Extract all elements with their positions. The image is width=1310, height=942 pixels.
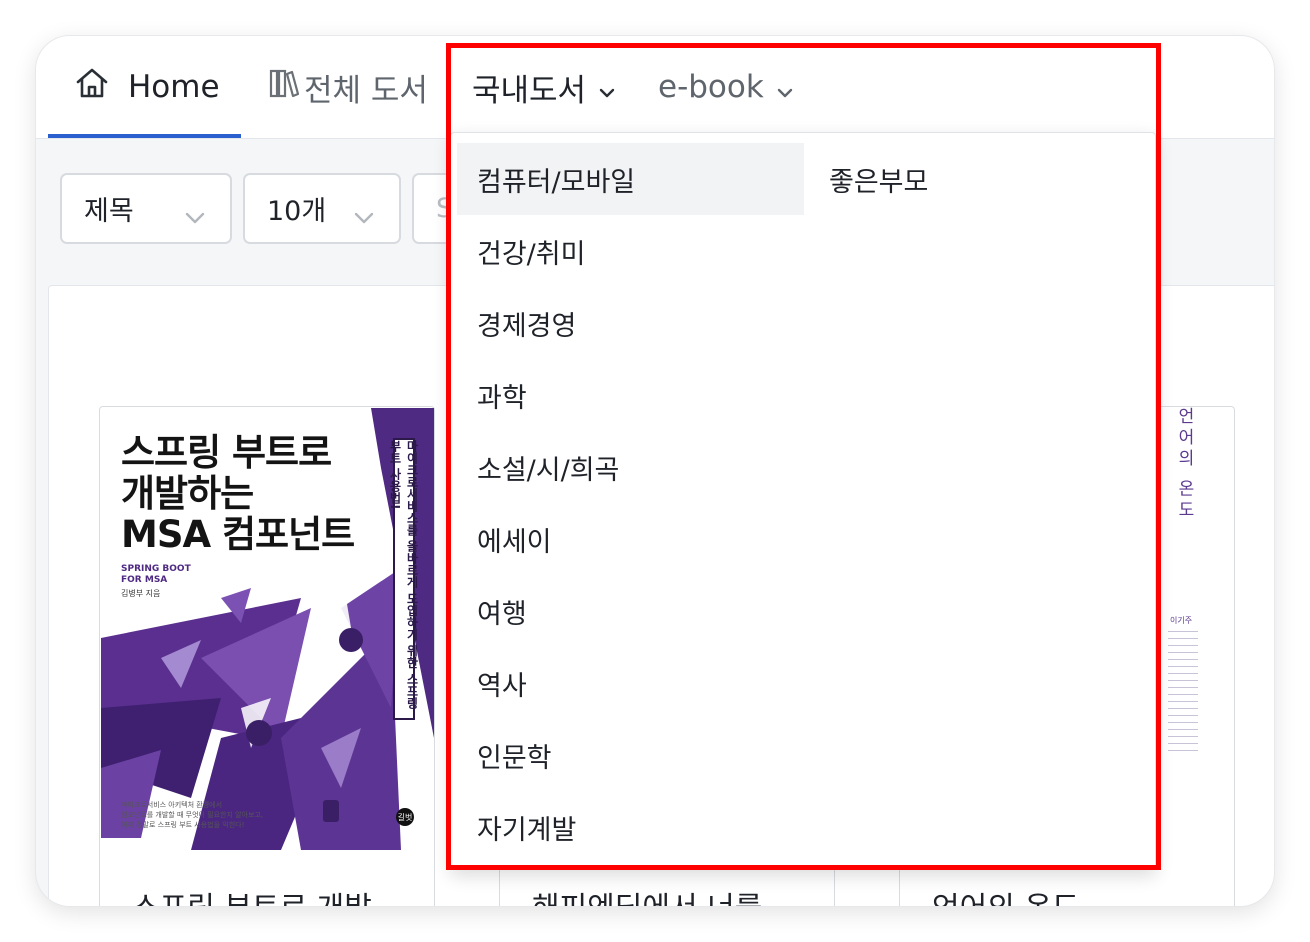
search-field-value: 제목	[84, 196, 134, 227]
category-item[interactable]: 과학	[457, 359, 804, 431]
cover-vertical-title: 언어의 온도	[1174, 407, 1194, 522]
category-item[interactable]: 에세이	[457, 503, 804, 575]
cover-title-line: 개발하는	[121, 472, 254, 515]
nav-home[interactable]: Home	[74, 64, 220, 110]
chevron-down-icon	[353, 201, 375, 232]
category-item[interactable]: 좋은부모	[809, 143, 1156, 215]
chevron-down-icon	[776, 71, 794, 107]
domestic-category-dropdown: 컴퓨터/모바일 건강/취미 경제경영 과학 소설/시/희곡 에세이 여행 역사 …	[450, 132, 1156, 870]
cover-description: 마이크로서비스 아키텍처 환경에서 컴포넌트를 개발할 때 무엇이 필요한지 알…	[121, 800, 263, 830]
category-item[interactable]: 건강/취미	[457, 215, 804, 287]
cover-author: 김병부 지음	[121, 589, 161, 598]
cover-english-line: FOR MSA	[121, 575, 168, 585]
cover-english-line: SPRING BOOT	[121, 564, 191, 574]
chevron-down-icon	[598, 71, 616, 107]
category-item[interactable]: 컴퓨터/모바일	[457, 143, 804, 215]
book-title[interactable]: 언어의 온도	[932, 883, 1080, 906]
nav-all-books-label: 전체 도서	[304, 72, 428, 109]
home-icon	[74, 65, 110, 109]
nav-home-label: Home	[128, 69, 220, 105]
category-item[interactable]: 자기계발	[457, 791, 804, 863]
book-card[interactable]: 스프링 부트로 개발하는 MSA 컴포넌트 SPRING BOOT FOR MS…	[99, 406, 435, 906]
chevron-down-icon	[184, 201, 206, 232]
category-item[interactable]: 역사	[457, 647, 804, 719]
nav-all-books[interactable]: 전체 도서	[268, 64, 428, 110]
search-field-select[interactable]: 제목	[60, 173, 232, 244]
cover-title: 스프링 부트로 개발하는 MSA 컴포넌트	[121, 431, 355, 556]
books-icon	[268, 66, 300, 108]
app-window: Home 전체 도서 국내도서 e-book 제목 10개 S 스프링 부트로 …	[36, 36, 1274, 906]
book-title[interactable]: 해피엔딩에서 너를	[532, 883, 762, 906]
page-size-value: 10개	[267, 196, 327, 227]
publisher-logo: 길벗	[396, 808, 414, 826]
nav-ebook-label: e-book	[658, 69, 764, 105]
book-cover-image: 스프링 부트로 개발하는 MSA 컴포넌트 SPRING BOOT FOR MS…	[101, 408, 434, 850]
cover-vertical-tagline: 마이크로서비스를 올바르게 도입하기 위한 스프링 부트 사용법!	[388, 438, 419, 720]
category-item[interactable]: 인문학	[457, 719, 804, 791]
cover-description-line: 이제 정말로 스프링 부트 사용법을 익힌다!	[121, 821, 245, 829]
cover-author: 이기주	[1170, 616, 1193, 625]
nav-domestic-label: 국내도서	[472, 72, 587, 109]
cover-title-line: 스프링 부트로	[121, 431, 332, 474]
category-item[interactable]: 소설/시/희곡	[457, 431, 804, 503]
category-item[interactable]: 여행	[457, 575, 804, 647]
nav-domestic-books[interactable]: 국내도서	[472, 64, 616, 110]
cover-english-title: SPRING BOOT FOR MSA	[121, 564, 191, 586]
cover-text-lines	[1168, 631, 1198, 751]
category-item[interactable]: 경제경영	[457, 287, 804, 359]
page-size-select[interactable]: 10개	[243, 173, 401, 244]
cover-description-line: 마이크로서비스 아키텍처 환경에서	[121, 801, 223, 809]
top-nav: Home 전체 도서 국내도서 e-book	[36, 36, 1274, 139]
cover-title-line: MSA 컴포넌트	[121, 513, 355, 556]
cover-description-line: 컴포넌트를 개발할 때 무엇이 필요한지 알아보고,	[121, 811, 264, 819]
book-title[interactable]: 스프링 부트로 개발	[132, 883, 372, 906]
active-tab-indicator	[48, 134, 241, 138]
nav-ebook[interactable]: e-book	[658, 64, 794, 110]
